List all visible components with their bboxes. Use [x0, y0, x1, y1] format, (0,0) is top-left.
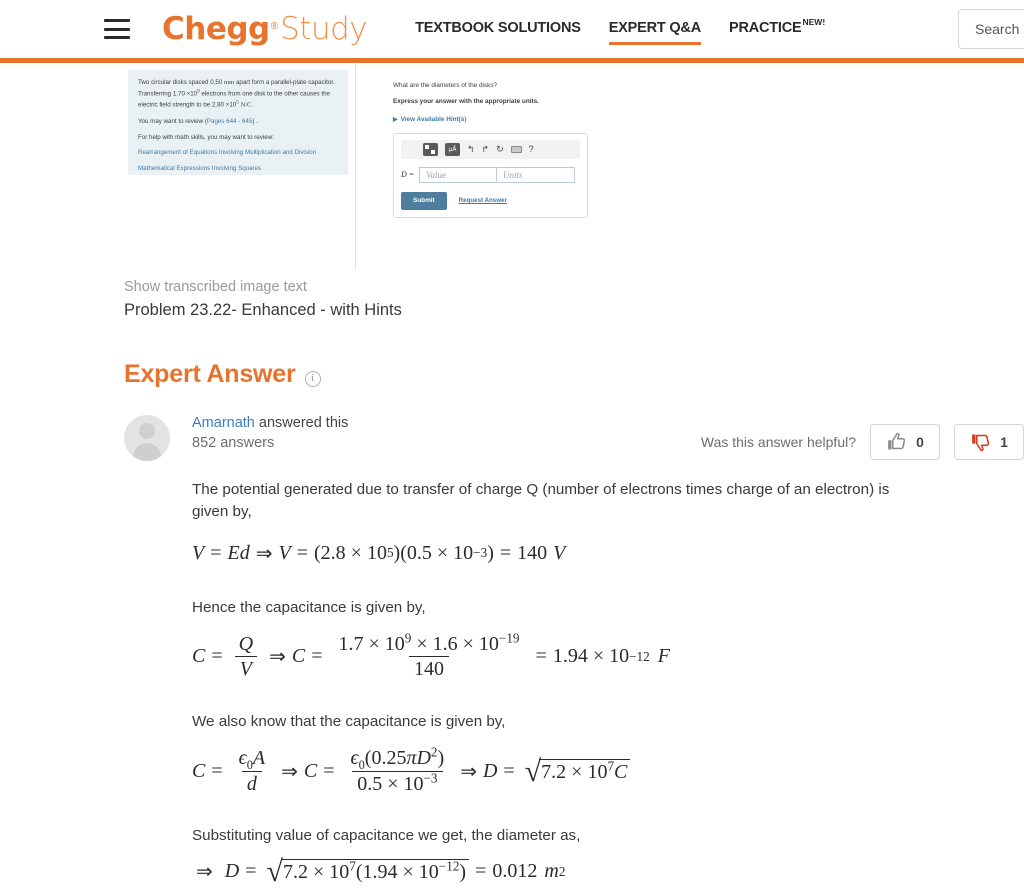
- equation-1: V = Ed ⇒ V = (2.8 × 10 5)(0.5 × 10 −3) = 140 V: [192, 541, 566, 565]
- author-name-link[interactable]: Amarnath: [192, 415, 255, 431]
- answer-block: Amarnath answered this 852 answers The p…: [124, 415, 1024, 888]
- main-content: Show transcribed image text Problem 23.2…: [0, 269, 1024, 888]
- nav-textbook-solutions[interactable]: TEXTBOOK SOLUTIONS: [415, 20, 581, 39]
- logo-chegg-text: Chegg: [162, 11, 270, 47]
- answer-field-label: D =: [401, 169, 415, 179]
- search-label: Search: [975, 21, 1020, 37]
- square-root-symbol: √ 7.2 × 107C: [525, 756, 631, 786]
- nav-new-badge: NEW!: [802, 16, 826, 27]
- nav-label: EXPERT Q&A: [608, 19, 701, 36]
- triangle-right-icon: ▶: [393, 116, 398, 123]
- answer-paragraph-4: Substituting value of capacitance we get…: [192, 826, 581, 844]
- math-skill-link-1[interactable]: Rearrangement of Equations Involving Mul…: [138, 148, 338, 158]
- helpful-voting: Was this answer helpful? 0 1: [701, 424, 1024, 460]
- hamburger-menu-icon[interactable]: [104, 19, 130, 39]
- thumbs-up-icon: [888, 432, 906, 450]
- view-hints-label: View Available Hint(s): [400, 115, 467, 123]
- helpful-label: Was this answer helpful?: [700, 434, 856, 450]
- avatar: [124, 415, 170, 461]
- value-input[interactable]: Value: [419, 167, 497, 184]
- expert-answer-heading: Expert Answer i: [124, 360, 1024, 389]
- view-hints-toggle[interactable]: ▶ View Available Hint(s): [393, 115, 893, 126]
- submit-button[interactable]: Submit: [401, 192, 447, 211]
- answer-input-row: D = Value Units: [401, 167, 580, 184]
- show-transcribed-image-text-link[interactable]: Show transcribed image text: [124, 279, 307, 295]
- square-root-symbol: √ 7.2 × 107(1.94 × 10−12): [267, 857, 470, 887]
- primary-navigation: TEXTBOOK SOLUTIONS EXPERT Q&A PRACTICENE…: [415, 16, 826, 45]
- hamburger-bar: [104, 19, 130, 22]
- math-template-icon[interactable]: [423, 143, 438, 157]
- review-pages-line: You may want to review (Pages 644 - 645)…: [138, 117, 258, 125]
- site-header: Chegg ® Study TEXTBOOK SOLUTIONS EXPERT Q…: [0, 0, 1024, 58]
- math-help-line: For help with math skills, you may want …: [138, 133, 274, 141]
- nav-expert-qa[interactable]: EXPERT Q&A: [608, 19, 702, 45]
- thumbs-up-count: 0: [916, 434, 924, 450]
- math-skill-link-2[interactable]: Mathematical Expressions Involving Squar…: [138, 164, 338, 174]
- nav-label: PRACTICE: [728, 19, 802, 36]
- value-placeholder: Value: [426, 169, 446, 180]
- answer-body: Amarnath answered this 852 answers The p…: [192, 415, 1024, 888]
- nav-practice[interactable]: PRACTICENEW!: [728, 16, 826, 39]
- problem-screenshot: Two circular disks spaced 0.50 mm apart …: [0, 63, 1024, 269]
- answer-instruction: Express your answer with the appropriate…: [393, 98, 539, 106]
- search-input[interactable]: Search: [958, 9, 1024, 49]
- help-icon[interactable]: ?: [529, 145, 534, 154]
- chegg-study-logo[interactable]: Chegg ® Study: [162, 11, 368, 47]
- thumbs-down-count: 1: [1000, 434, 1008, 450]
- reset-icon[interactable]: ↻: [496, 145, 504, 154]
- answer-actions: Submit Request Answer: [401, 192, 580, 211]
- nav-label: TEXTBOOK SOLUTIONS: [415, 19, 581, 36]
- undo-icon[interactable]: ↰: [467, 145, 475, 154]
- answered-this-text: answered this: [254, 415, 349, 431]
- units-icon[interactable]: μÅ: [445, 143, 460, 157]
- hamburger-bar: [104, 36, 130, 39]
- info-icon[interactable]: i: [304, 370, 321, 387]
- problem-title: Problem 23.22- Enhanced - with Hints: [124, 301, 402, 319]
- equation-3: C = ϵ0A d ⇒ C = ϵ0(0.25πD2) 0.5 × 10−3 ⇒ D…: [192, 745, 1024, 795]
- logo-study-text: Study: [280, 11, 368, 47]
- math-toolbar: μÅ ↰ ↱ ↻ ?: [401, 140, 580, 160]
- redo-icon[interactable]: ↱: [482, 145, 490, 154]
- request-answer-link[interactable]: Request Answer: [459, 196, 507, 206]
- units-placeholder: Units: [503, 169, 523, 180]
- review-pages-link[interactable]: Pages 644 - 645: [207, 118, 252, 125]
- problem-statement-text: Two circular disks spaced 0.50 mm apart …: [138, 79, 335, 109]
- keyboard-icon[interactable]: [510, 146, 522, 154]
- hamburger-bar: [104, 27, 130, 31]
- answer-paragraph-3: We also know that the capacitance is giv…: [192, 712, 506, 730]
- units-input[interactable]: Units: [497, 167, 575, 184]
- answer-paragraph-2: Hence the capacitance is given by,: [192, 598, 426, 616]
- equation-2: C = Q V ⇒ C = 1.7 × 109 × 1.6 × 10−19 140 = 1.…: [192, 630, 670, 681]
- answer-entry-widget: μÅ ↰ ↱ ↻ ? D = Value Units Submit Reques…: [393, 133, 588, 219]
- question-text: What are the diameters of the disks?: [393, 82, 498, 89]
- problem-statement-panel: Two circular disks spaced 0.50 mm apart …: [128, 70, 348, 175]
- problem-panel-divider: [355, 63, 356, 269]
- equation-4: ⇒ D = √ 7.2 × 107(1.94 × 10−12) = 0.012 m2: [196, 855, 566, 888]
- answer-panel: What are the diameters of the disks? Exp…: [393, 81, 893, 219]
- answer-paragraph-1: The potential generated due to transfer …: [192, 481, 890, 521]
- thumbs-down-button[interactable]: 1: [954, 424, 1024, 460]
- expert-answer-title: Expert Answer: [124, 360, 296, 388]
- logo-registered-mark: ®: [270, 21, 279, 32]
- thumbs-down-icon: [972, 434, 990, 452]
- thumbs-up-button[interactable]: 0: [870, 424, 940, 460]
